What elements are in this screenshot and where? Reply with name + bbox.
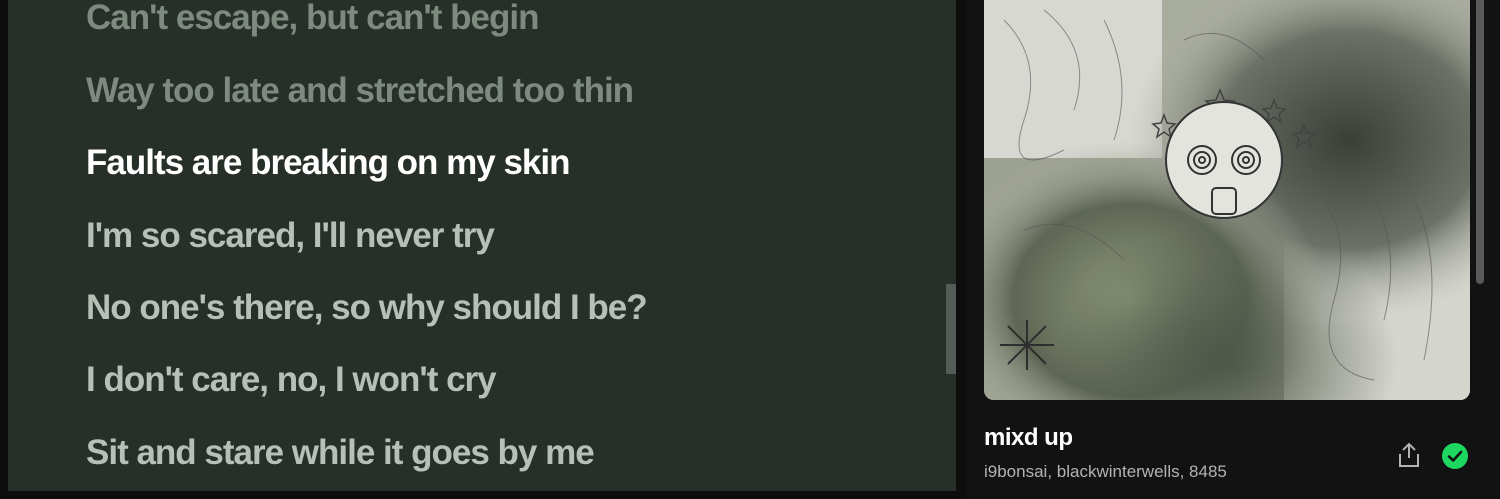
track-title[interactable]: mixd up (984, 424, 1073, 452)
lyric-line[interactable]: I don't care, no, I won't cry (86, 360, 497, 400)
track-artists[interactable]: i9bonsai, blackwinterwells, 8485 (984, 462, 1227, 482)
share-icon (1399, 442, 1419, 467)
lyrics-scrollbar[interactable] (946, 284, 956, 374)
lyric-line[interactable]: I'm so scared, I'll never try (86, 216, 495, 256)
cover-art-image (984, 0, 1470, 400)
panel-scrollbar[interactable] (1476, 0, 1484, 284)
now-playing-panel: mixd up i9bonsai, blackwinterwells, 8485 (966, 0, 1500, 499)
check-circle-icon (1442, 443, 1468, 469)
share-button[interactable] (1394, 440, 1424, 470)
lyric-line[interactable]: Way too late and stretched too thin (86, 71, 634, 111)
lyric-line[interactable]: No one's there, so why should I be? (86, 288, 648, 328)
lyric-line-active[interactable]: Faults are breaking on my skin (86, 143, 570, 183)
lyric-line[interactable]: Can't escape, but can't begin (86, 0, 539, 38)
lyrics-panel: Can't escape, but can't begin Way too la… (8, 0, 956, 491)
app-window: Can't escape, but can't begin Way too la… (0, 0, 1500, 499)
lyric-line[interactable]: Sit and stare while it goes by me (86, 433, 595, 473)
saved-to-library-button[interactable] (1440, 441, 1470, 471)
album-cover-art[interactable] (984, 0, 1470, 400)
